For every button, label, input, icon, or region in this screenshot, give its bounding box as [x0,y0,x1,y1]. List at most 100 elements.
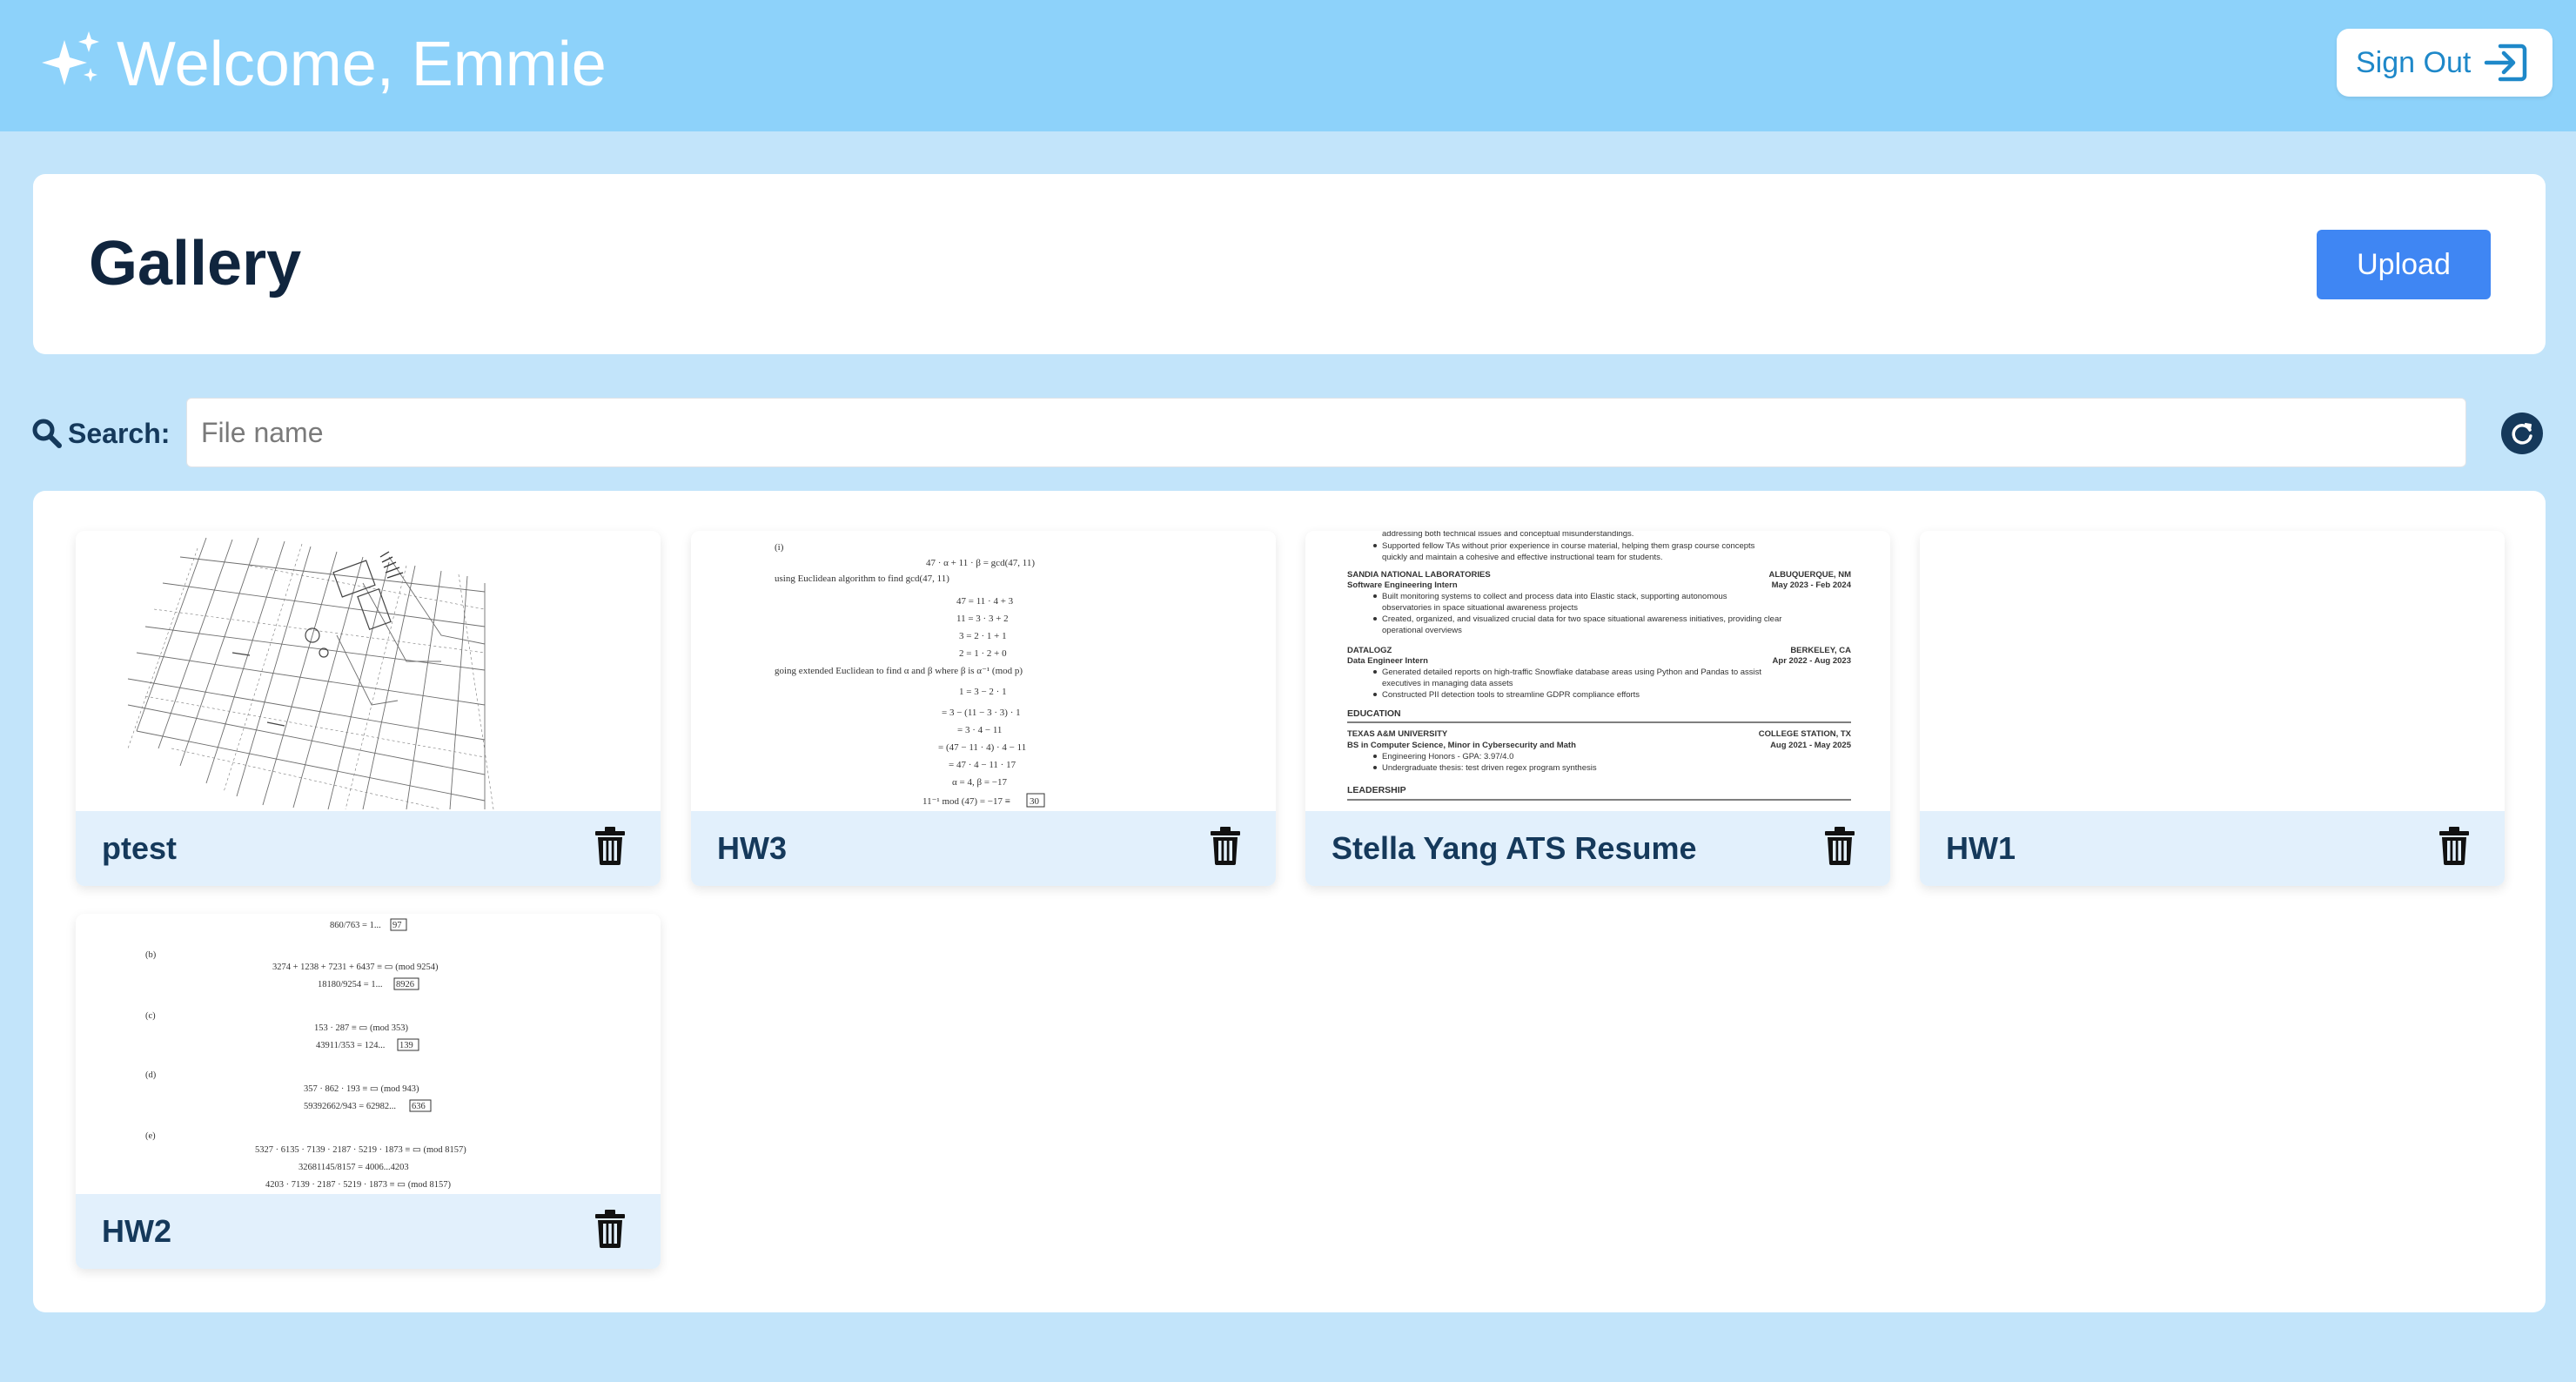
preview-line: 2 = 1 · 2 + 0 [959,648,1007,659]
file-thumbnail[interactable]: 860/763 = 1... 97 (b) 3274 + 1238 + 7231… [76,914,661,1194]
preview-line: (i) [775,542,784,553]
preview-line: Data Engineer Intern [1347,656,1428,666]
trash-icon[interactable] [594,1210,626,1248]
preview-line: (c) [145,1011,156,1021]
preview-line: 30 [1030,796,1040,807]
preview-line: observatories in space situational aware… [1382,603,1578,613]
plan-preview [127,537,494,810]
trash-icon[interactable] [594,827,626,865]
preview-line: 47 = 11 · 4 + 3 [956,596,1014,607]
file-card-hw3[interactable]: (i) 47 · α + 11 · β = gcd(47, 11) using … [691,531,1276,886]
file-card-footer: HW1 [1920,811,2505,886]
file-thumbnail[interactable] [76,531,661,811]
search-input[interactable] [186,398,2466,467]
preview-line: (b) [145,950,157,960]
preview-line: executives in managing data assets [1382,679,1513,688]
preview-line: 636 [412,1102,426,1111]
preview-line: Constructed PII detection tools to strea… [1382,690,1640,700]
sign-out-button[interactable]: Sign Out [2337,29,2553,97]
math-preview: 860/763 = 1... 97 (b) 3274 + 1238 + 7231… [145,918,466,1190]
file-name: HW2 [102,1213,171,1249]
preview-line: α = 4, β = −17 [952,777,1007,788]
file-card-footer: ptest [76,811,661,886]
sign-out-label: Sign Out [2356,46,2472,79]
preview-line: 3 = 2 · 1 + 1 [959,631,1007,641]
preview-line: TEXAS A&M UNIVERSITY [1347,729,1448,739]
file-name: HW1 [1946,830,2016,866]
preview-line: 357 · 862 · 193 ≡ ▭ (mod 943) [304,1084,419,1094]
preview-line: EDUCATION [1347,708,1401,719]
search-label: Search: [68,418,171,449]
preview-line: 11⁻¹ mod (47) = −17 ≡ [922,796,1010,807]
page-title: Gallery [89,229,302,299]
preview-line: Generated detailed reports on high-traff… [1382,668,1761,677]
preview-line: 59392662/943 = 62982... [304,1102,396,1111]
preview-line: Aug 2021 - May 2025 [1770,741,1852,750]
file-card-footer: HW3 [691,811,1276,886]
preview-line: addressing both technical issues and con… [1382,531,1633,539]
preview-line: = 47 · 4 − 11 · 17 [949,760,1016,770]
file-card-footer: HW2 [76,1194,661,1269]
preview-line: 32681145/8157 = 4006...4203 [299,1163,409,1172]
preview-line: Undergraduate thesis: test driven regex … [1382,763,1597,773]
gallery-header-card: Gallery Upload [33,174,2546,354]
preview-line: = 3 − (11 − 3 · 3) · 1 [942,708,1021,718]
trash-icon[interactable] [2438,827,2470,865]
math-preview: (i) 47 · α + 11 · β = gcd(47, 11) using … [775,542,1045,808]
preview-line: 18180/9254 = 1... [318,980,382,990]
preview-line: Created, organized, and visualized cruci… [1382,614,1781,624]
preview-line: 8926 [396,980,414,990]
trash-icon[interactable] [1824,827,1855,865]
preview-line: BERKELEY, CA [1790,646,1851,655]
file-thumbnail[interactable]: addressing both technical issues and con… [1305,531,1890,811]
preview-line: ALBUQUERQUE, NM [1769,570,1852,580]
file-name: Stella Yang ATS Resume [1332,830,1697,866]
preview-line: 4203 · 7139 · 2187 · 5219 · 1873 ≡ ▭ (mo… [265,1180,451,1190]
file-name: HW3 [717,830,787,866]
file-card-footer: Stella Yang ATS Resume [1305,811,1890,886]
file-name: ptest [102,830,178,866]
preview-line: BS in Computer Science, Minor in Cyberse… [1347,741,1576,750]
preview-line: 43911/353 = 124... [316,1041,385,1050]
preview-line: = 3 · 4 − 11 [957,725,1002,735]
preview-line: LEADERSHIP [1347,785,1406,795]
preview-line: = (47 − 11 · 4) · 4 − 11 [938,742,1026,753]
preview-line: 153 · 287 ≡ ▭ (mod 353) [314,1023,409,1033]
refresh-icon[interactable] [2501,413,2543,454]
preview-line: 139 [399,1041,413,1050]
preview-line: (d) [145,1070,157,1080]
sparkles-icon [42,31,99,85]
preview-line: Apr 2022 - Aug 2023 [1773,656,1851,666]
search-icon [32,419,62,448]
preview-line: Engineering Honors - GPA: 3.97/4.0 [1382,752,1513,761]
preview-line: using Euclidean algorithm to find gcd(47… [775,574,949,584]
preview-line: operational overviews [1382,626,1462,635]
preview-line: SANDIA NATIONAL LABORATORIES [1347,570,1491,580]
preview-line: quickly and maintain a cohesive and effe… [1382,553,1662,562]
file-card-resume[interactable]: addressing both technical issues and con… [1305,531,1890,886]
files-panel: ptest (i) 47 · α + 11 · β = gcd(47, 11) … [33,491,2546,1312]
preview-line: COLLEGE STATION, TX [1759,729,1852,739]
preview-line: 5327 · 6135 · 7139 · 2187 · 5219 · 1873 … [255,1145,466,1155]
sign-out-icon [2484,44,2527,82]
preview-line: DATALOGZ [1347,646,1392,655]
resume-preview: addressing both technical issues and con… [1347,531,1852,801]
welcome-title: Welcome, Emmie [117,30,607,99]
preview-line: going extended Euclidean to find α and β… [775,666,1023,676]
trash-icon[interactable] [1210,827,1241,865]
upload-button[interactable]: Upload [2317,230,2491,299]
preview-line: 1 = 3 − 2 · 1 [959,687,1007,697]
preview-line: (e) [145,1131,156,1141]
preview-line: Built monitoring systems to collect and … [1382,592,1727,601]
preview-line: May 2023 - Feb 2024 [1772,580,1852,590]
preview-line: 97 [392,921,402,930]
file-card-ptest[interactable]: ptest [76,531,661,886]
file-card-hw2[interactable]: 860/763 = 1... 97 (b) 3274 + 1238 + 7231… [76,914,661,1269]
preview-line: 11 = 3 · 3 + 2 [956,614,1009,624]
file-thumbnail[interactable] [1920,531,2505,811]
file-card-hw1[interactable]: HW1 [1920,531,2505,886]
preview-line: 860/763 = 1... [330,921,381,930]
preview-line: 3274 + 1238 + 7231 + 6437 ≡ ▭ (mod 9254) [272,963,439,972]
preview-line: Supported fellow TAs without prior exper… [1382,541,1755,551]
file-thumbnail[interactable]: (i) 47 · α + 11 · β = gcd(47, 11) using … [691,531,1276,811]
